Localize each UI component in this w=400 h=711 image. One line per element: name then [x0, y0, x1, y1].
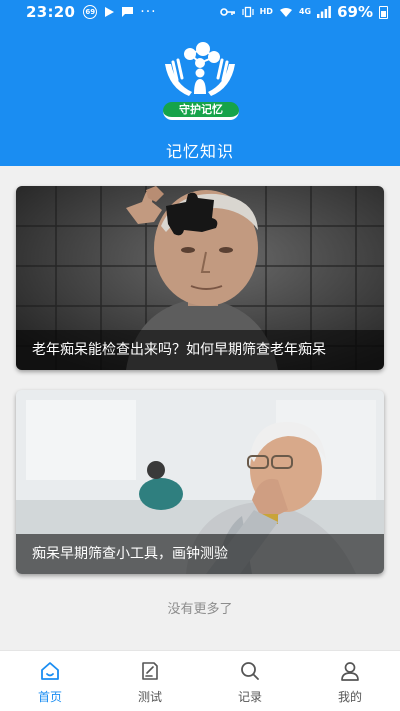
app-header: 守护记忆 记忆知识	[0, 24, 400, 166]
tab-profile-label: 我的	[337, 690, 362, 704]
key-icon	[219, 8, 235, 16]
tab-records-label: 记录	[237, 690, 262, 704]
user-icon	[341, 662, 359, 681]
wifi-icon	[279, 7, 292, 17]
bottom-nav: 首页 测试 记录 我的	[0, 650, 400, 711]
signal-icon	[317, 6, 331, 18]
play-store-icon	[105, 7, 115, 17]
status-bar: 23:20 69 ··· HD 4G 69%	[0, 0, 400, 24]
more-dots-icon: ···	[140, 4, 157, 20]
status-time: 23:20	[26, 3, 76, 21]
test-icon	[142, 662, 158, 680]
page-title: 记忆知识	[165, 142, 234, 161]
article-card[interactable]: 老年痴呆能检查出来吗？如何早期筛查老年痴呆	[16, 186, 384, 370]
hd-label: HD	[259, 7, 273, 16]
tab-test[interactable]: 测试	[100, 651, 200, 711]
app-logo: 守护记忆	[159, 42, 241, 120]
article-card[interactable]: 痴呆早期筛查小工具，画钟测验	[16, 390, 384, 574]
tab-profile[interactable]: 我的	[300, 651, 400, 711]
tab-home-label: 首页	[37, 690, 62, 704]
network-4g: 4G	[299, 8, 311, 16]
notification-badge-icon: 69	[83, 5, 98, 19]
status-left-icons: 69 ···	[83, 4, 156, 20]
search-icon	[241, 662, 259, 680]
status-right-icons: HD 4G 69%	[219, 3, 388, 21]
list-end-text: 没有更多了	[167, 602, 233, 617]
vibrate-icon	[242, 6, 254, 18]
article-title: 老年痴呆能检查出来吗？如何早期筛查老年痴呆	[16, 330, 384, 370]
logo-text: 守护记忆	[163, 102, 239, 120]
tab-records[interactable]: 记录	[200, 651, 300, 711]
hands-logo-icon	[165, 42, 235, 96]
battery-percent: 69%	[337, 3, 373, 21]
message-icon	[122, 7, 134, 17]
article-title: 痴呆早期筛查小工具，画钟测验	[16, 534, 384, 574]
4g-label: 4G	[298, 7, 312, 16]
tab-home[interactable]: 首页	[0, 651, 100, 711]
home-icon	[41, 662, 59, 680]
tab-test-label: 测试	[137, 690, 162, 704]
battery-icon	[379, 5, 388, 19]
